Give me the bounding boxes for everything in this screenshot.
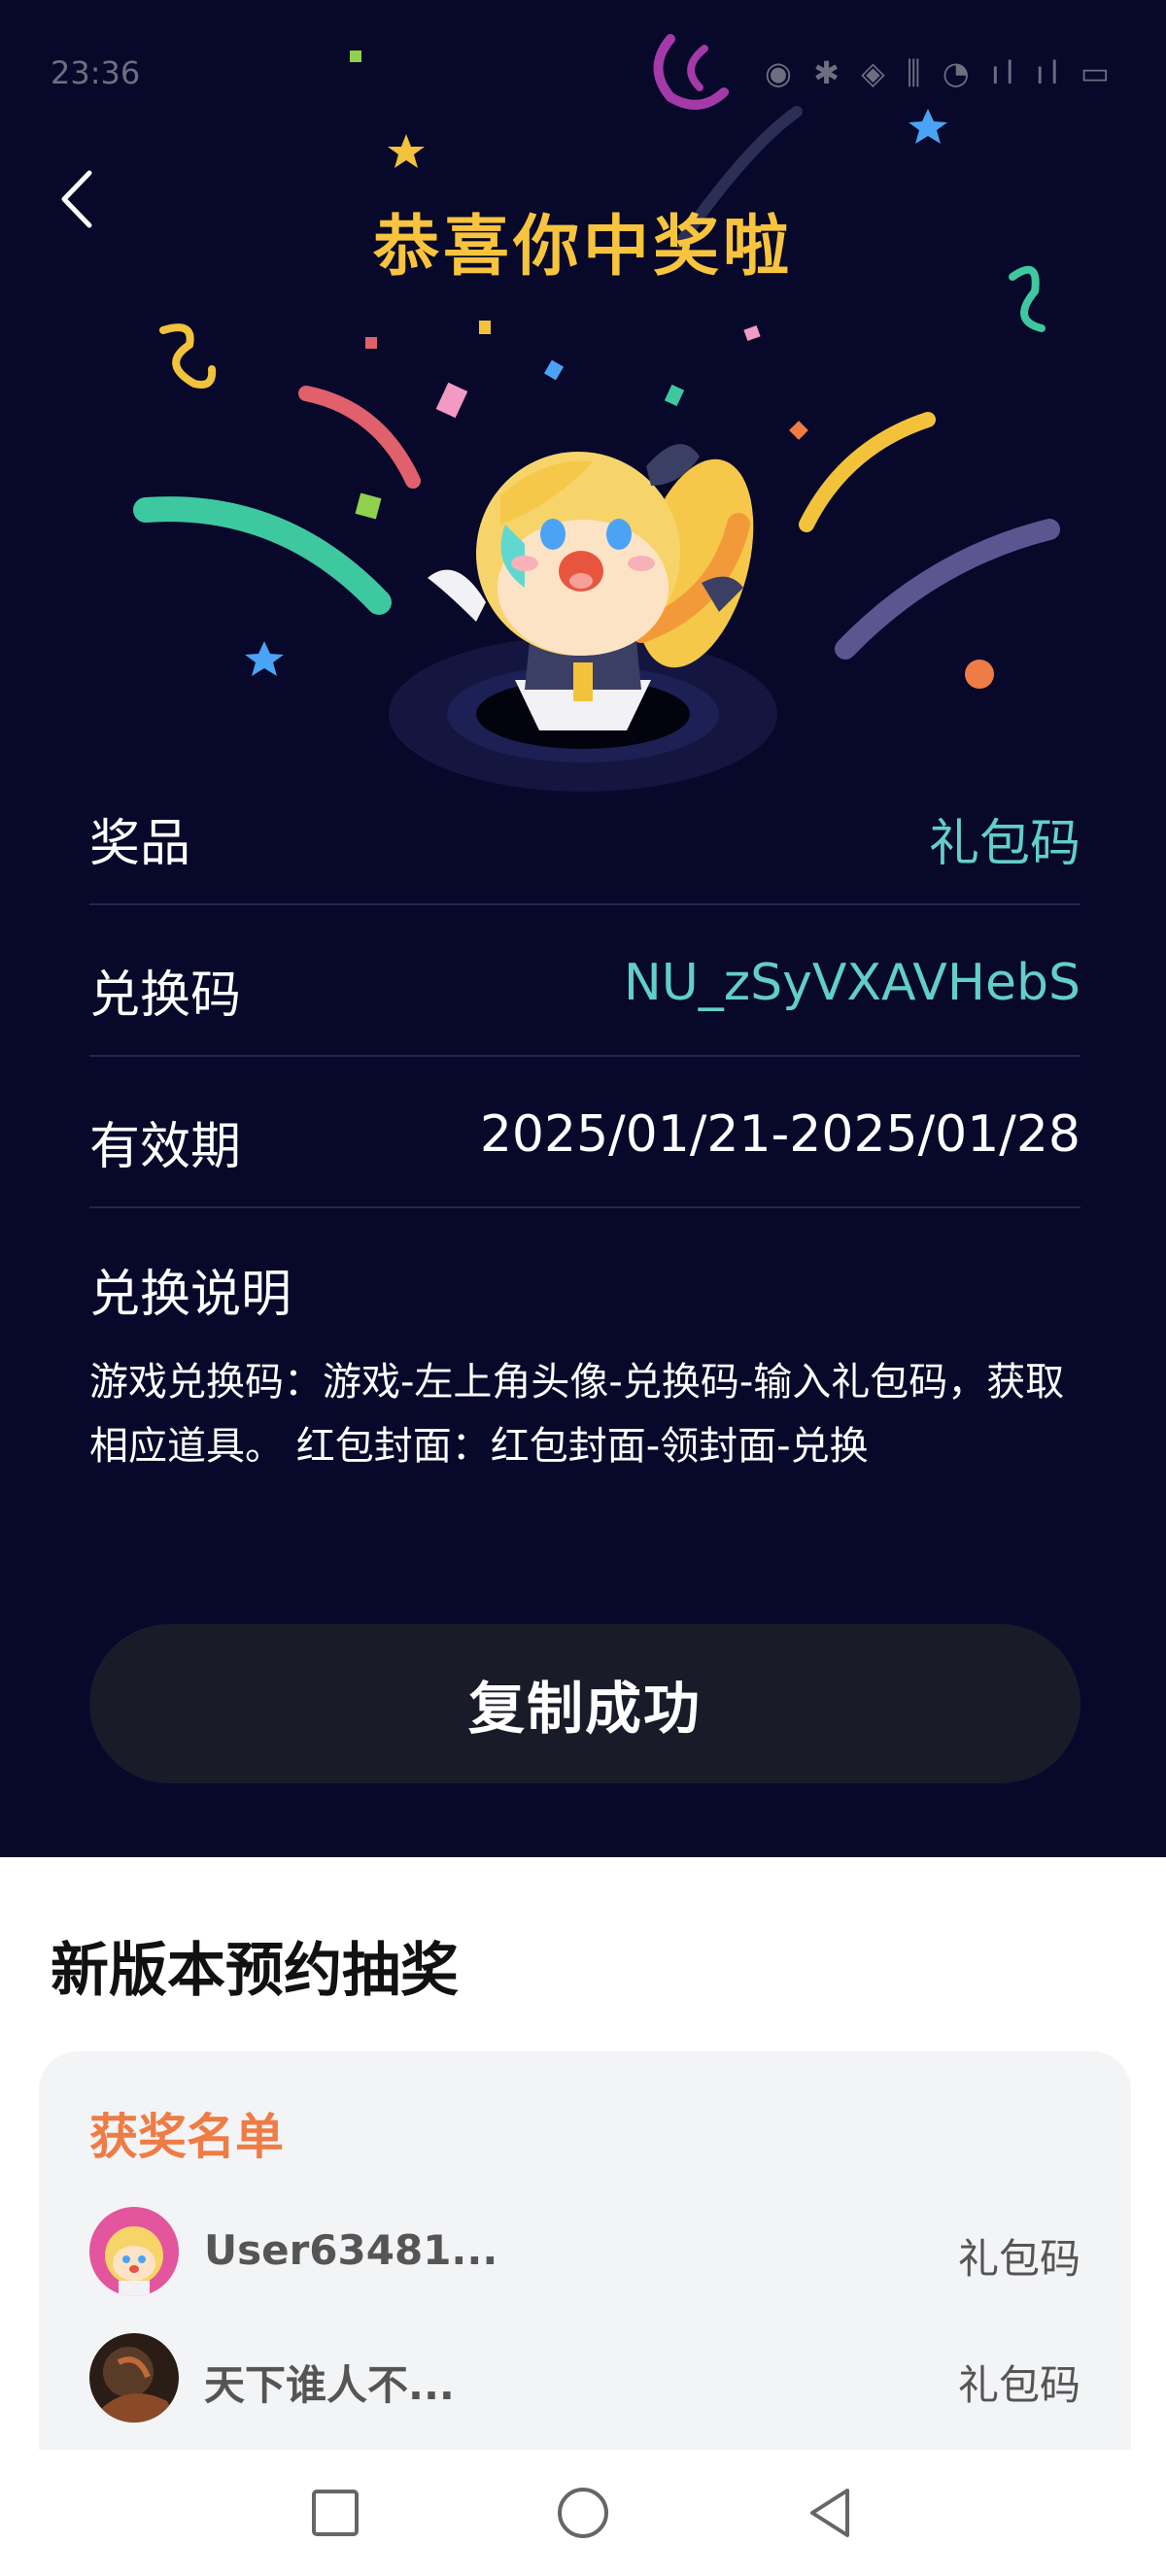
star-icon [388,134,425,168]
celebration-illustration [133,34,1060,792]
system-nav-bar [0,2450,1166,2576]
confetti-piece [365,337,377,349]
squiggle-decoration [159,323,217,389]
validity-label: 有效期 [89,1118,242,1176]
validity-value: 2025/01/21-2025/01/28 [479,1105,1080,1164]
star-icon [909,109,947,144]
description-text: 游戏兑换码：游戏-左上角头像-兑换码-输入礼包码，获取相应道具。 红包封面：红包… [89,1360,1065,1469]
confetti-piece [743,324,761,342]
winner-row: User63481... 礼包码 [89,2207,1080,2300]
back-nav-button[interactable] [797,2479,865,2547]
winner-name: 天下谁人不... [204,2361,455,2409]
prize-hero: 23:36 ◉ ✱ ◈ ⫼ ◔ ıl ıl ▭ 恭喜你中奖啦 奖品 礼包码 兑换… [0,0,1166,1857]
winners-title: 获奖名单 [89,2109,284,2165]
winners-card: 获奖名单 User63481... 礼包码 天下谁人不... 礼包码 [39,2051,1131,2489]
square-icon [312,2490,359,2536]
confetti-piece [479,321,491,334]
prize-value: 礼包码 [928,815,1080,873]
winner-prize: 礼包码 [957,2235,1080,2283]
confetti-piece [543,359,565,381]
logo-mark-inner [687,45,708,91]
validity-row: 有效期 2025/01/21-2025/01/28 [89,1055,1080,1208]
confetti-ribbon [133,496,392,615]
redeem-code-value[interactable]: NU_zSyVXAVHebS [624,954,1080,1012]
confetti-dot [965,660,994,689]
circle-icon [558,2488,608,2538]
winner-prize: 礼包码 [957,2361,1080,2409]
recent-apps-button[interactable] [301,2479,369,2547]
confetti-ribbon [799,412,936,532]
confetti-piece [350,51,361,62]
avatar [89,2333,179,2423]
confetti-ribbon [298,386,421,489]
winner-name: User63481... [204,2226,498,2274]
redeem-code-row[interactable]: 兑换码 NU_zSyVXAVHebS [89,903,1080,1057]
redeem-code-label: 兑换码 [89,966,242,1025]
confetti-ribbon [835,519,1060,660]
home-button[interactable] [549,2479,617,2547]
triangle-back-icon [810,2489,849,2537]
prize-row: 奖品 礼包码 [89,752,1080,905]
copy-button[interactable]: 复制成功 [89,1624,1080,1783]
star-icon [245,641,284,676]
avatar [89,2207,179,2296]
lottery-section-title: 新版本预约抽奖 [51,1937,459,2005]
page-title: 恭喜你中奖啦 [372,209,793,286]
confetti-piece [664,384,685,407]
confetti-piece [789,421,808,440]
winner-row: 天下谁人不... 礼包码 [89,2333,1080,2426]
confetti-piece [355,492,382,520]
prize-label: 奖品 [89,815,191,873]
confetti-piece [435,382,468,419]
description-title: 兑换说明 [89,1266,292,1324]
